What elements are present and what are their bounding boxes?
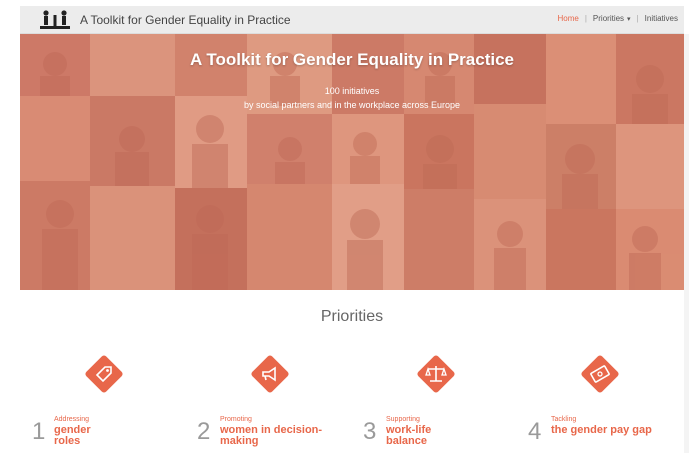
priority-number: 3 [363,418,377,445]
priority-verb: Promoting [220,416,252,423]
hero-subtitle: by social partners and in the workplace … [243,100,461,110]
priority-link-work-life-balance[interactable]: work-life balance [386,425,431,447]
priority-label-line: making [220,435,259,447]
priority-verb: Supporting [386,416,420,423]
nav-separator: | [584,14,587,23]
priority-verb: Addressing [54,416,90,423]
priority-link-women-in-decision-making[interactable]: women in decision- making [220,425,322,447]
priority-number: 4 [528,418,542,445]
page: A Toolkit for Gender Equality in Practic… [0,0,689,453]
priority-number: 1 [32,418,46,445]
money-icon[interactable] [580,354,620,394]
nav-initiatives-link[interactable]: Initiatives [645,14,678,23]
priority-label-line: the gender pay gap [551,424,652,436]
priority-label-line: roles [54,435,81,447]
priority-verb: Tackling [551,416,577,423]
nav-links: Home | Priorities ▾ | Initiatives [558,14,679,23]
hero-initiatives-count: 100 initiatives [324,86,380,96]
megaphone-icon[interactable] [250,354,290,394]
nav-separator: | [636,14,639,23]
chevron-down-icon: ▾ [627,16,631,23]
nav-priorities-dropdown[interactable]: Priorities ▾ [593,14,631,23]
hero-banner: A Toolkit for Gender Equality in Practic… [20,34,684,290]
hero-title: A Toolkit for Gender Equality in Practic… [189,50,514,69]
page-scrollbar[interactable] [684,34,689,453]
top-navbar: A Toolkit for Gender Equality in Practic… [20,6,684,34]
nav-home-link[interactable]: Home [558,14,579,23]
priority-link-gender-pay-gap[interactable]: the gender pay gap [551,425,652,436]
priority-link-gender-roles[interactable]: gender roles [54,425,91,447]
tag-icon[interactable] [84,354,124,394]
logo-icon[interactable] [38,9,72,31]
priority-label-line: balance [386,435,427,447]
priority-number: 2 [197,418,211,445]
scales-icon[interactable] [416,354,456,394]
nav-priorities-label: Priorities [592,14,625,23]
photo-collage [20,34,684,290]
priorities-heading: Priorities [320,308,384,325]
site-title[interactable]: A Toolkit for Gender Equality in Practic… [80,13,291,27]
